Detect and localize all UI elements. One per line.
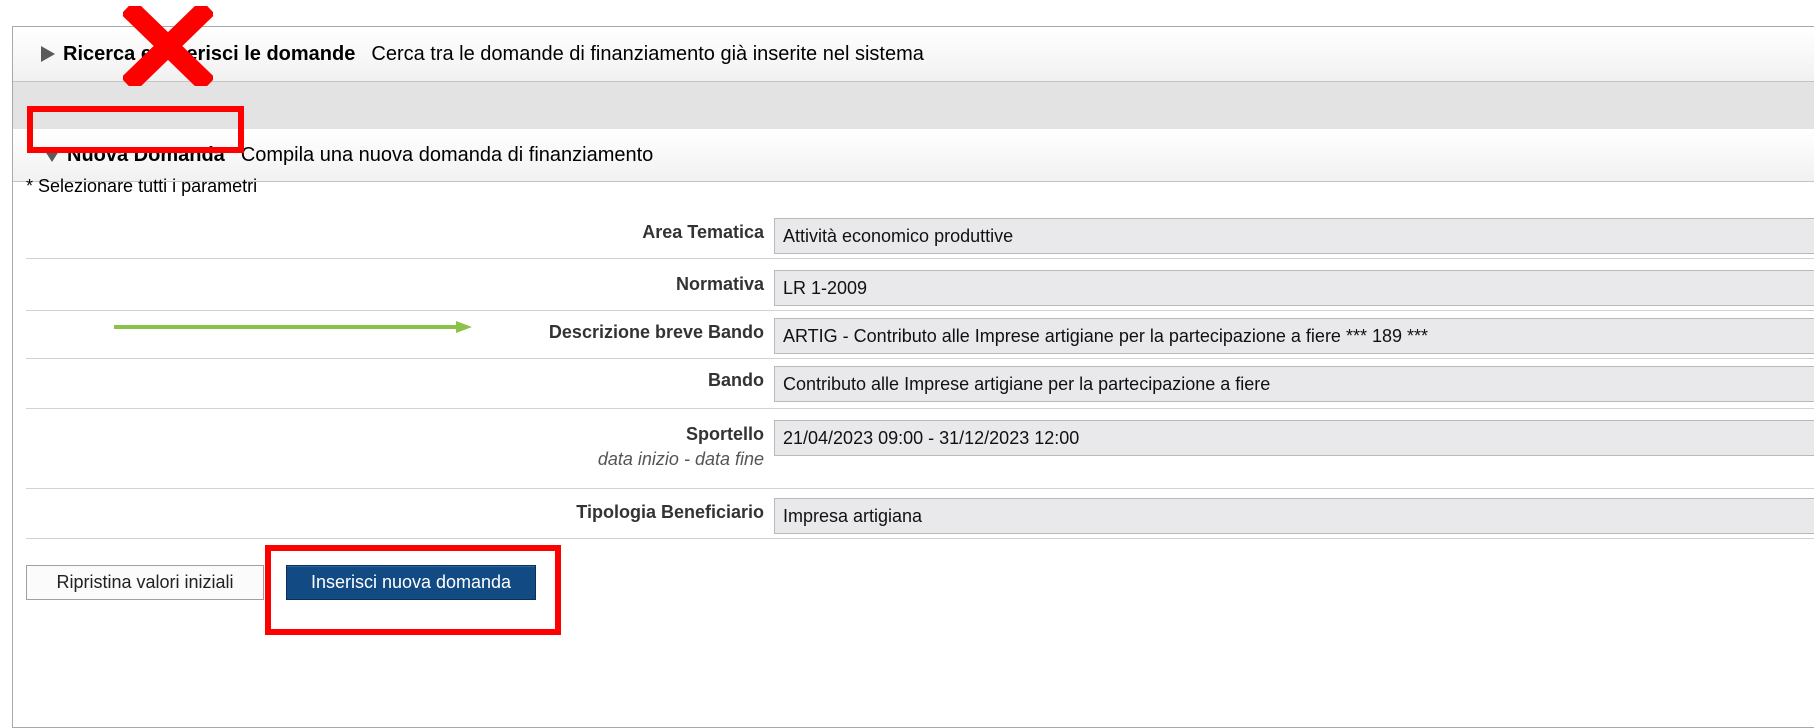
reset-button[interactable]: Ripristina valori iniziali xyxy=(26,565,264,600)
descrizione-breve-bando-field[interactable]: ARTIG - Contributo alle Imprese artigian… xyxy=(774,318,1814,354)
form-row-sportello: Sportello data inizio - data fine 21/04/… xyxy=(26,420,1814,489)
ricerca-panel-header[interactable]: Ricerca e inserisci le domande Cerca tra… xyxy=(13,27,1814,82)
ricerca-description: Cerca tra le domande di finanziamento gi… xyxy=(371,42,924,65)
nuova-domanda-description: Compila una nuova domanda di finanziamen… xyxy=(240,143,654,166)
sportello-label-text: Sportello xyxy=(685,424,764,444)
triangle-right-icon[interactable] xyxy=(41,46,55,62)
tipologia-beneficiario-label: Tipologia Beneficiario xyxy=(576,502,764,522)
nuova-domanda-panel-header[interactable]: Nuova Domanda Compila una nuova domanda … xyxy=(13,129,1814,182)
form-row-normativa: Normativa LR 1-2009 xyxy=(26,270,1814,311)
tipologia-beneficiario-field[interactable]: Impresa artigiana xyxy=(774,498,1814,534)
green-arrow-icon xyxy=(114,321,472,333)
form-row-bando: Bando Contributo alle Imprese artigiane … xyxy=(26,366,1814,409)
bando-field[interactable]: Contributo alle Imprese artigiane per la… xyxy=(774,366,1814,402)
normativa-field[interactable]: LR 1-2009 xyxy=(774,270,1814,306)
bando-label: Bando xyxy=(708,370,764,390)
sportello-field[interactable]: 21/04/2023 09:00 - 31/12/2023 12:00 xyxy=(774,420,1814,456)
descrizione-breve-bando-label: Descrizione breve Bando xyxy=(548,322,764,342)
nuova-domanda-highlight-box xyxy=(27,106,244,153)
form-row-area-tematica: Area Tematica Attività economico produtt… xyxy=(26,218,1814,259)
normativa-label: Normativa xyxy=(675,274,764,294)
section-divider xyxy=(13,82,1814,130)
insert-button-highlight-box xyxy=(265,545,561,635)
area-tematica-field[interactable]: Attività economico produttive xyxy=(774,218,1814,254)
form-row-tipologia-beneficiario: Tipologia Beneficiario Impresa artigiana xyxy=(26,498,1814,539)
sportello-label: Sportello data inizio - data fine xyxy=(598,424,764,470)
area-tematica-label: Area Tematica xyxy=(642,222,764,242)
required-note: * Selezionare tutti i parametri xyxy=(26,176,258,196)
sportello-sublabel: data inizio - data fine xyxy=(597,449,764,469)
red-x-icon xyxy=(123,6,213,86)
